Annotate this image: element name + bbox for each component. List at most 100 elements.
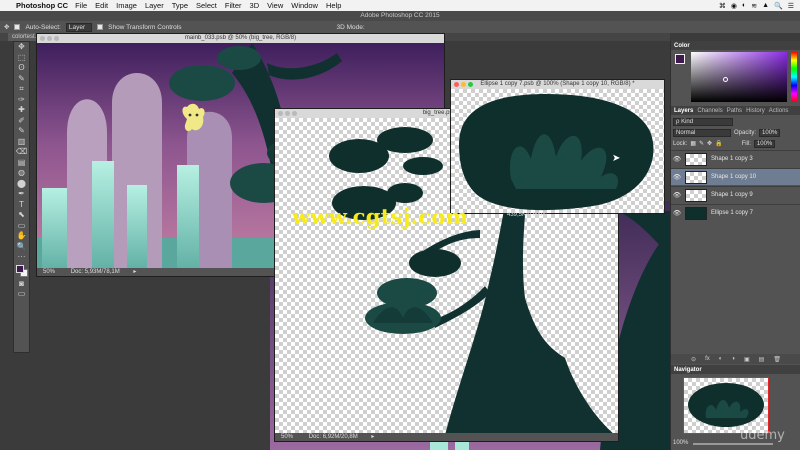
zoom-level[interactable]: 50%	[281, 434, 293, 440]
tab-channels[interactable]: Channels	[697, 108, 722, 114]
zoom-window-icon[interactable]	[292, 111, 297, 116]
more-tools-icon[interactable]: ···	[14, 252, 29, 263]
blur-tool-icon[interactable]: ◍	[14, 168, 29, 179]
color-picker-marker[interactable]	[723, 77, 728, 82]
layer-name[interactable]: Shape 1 copy 10	[711, 174, 756, 180]
tab-color[interactable]: Color	[674, 43, 690, 49]
document-title-bar[interactable]: mainb_033.psb @ 50% (big_tree, RGB/8)	[37, 34, 444, 43]
notification-center-icon[interactable]: ☰	[788, 2, 794, 10]
menu-3d[interactable]: 3D	[250, 1, 260, 10]
lasso-tool-icon[interactable]: ʘ	[14, 63, 29, 74]
visibility-eye-icon[interactable]: 👁	[671, 209, 683, 217]
zoom-level[interactable]: 50%	[43, 269, 55, 275]
add-mask-icon[interactable]: ◐	[719, 356, 723, 362]
menu-view[interactable]: View	[267, 1, 283, 10]
navigator-preview[interactable]	[683, 377, 769, 434]
layer-row[interactable]: 👁 Shape 1 copy 3	[671, 150, 800, 167]
layer-name[interactable]: Shape 1 copy 3	[711, 156, 753, 162]
panel-foreground-color[interactable]	[675, 54, 685, 64]
auto-select-checkbox[interactable]	[14, 24, 21, 30]
status-icon[interactable]: ◉	[731, 2, 737, 10]
zoom-window-icon[interactable]	[54, 36, 59, 41]
menu-file[interactable]: File	[75, 1, 87, 10]
layer-row[interactable]: 👁 Ellipse 1 copy 7	[671, 204, 800, 221]
show-transform-checkbox[interactable]	[97, 24, 104, 30]
menu-window[interactable]: Window	[291, 1, 318, 10]
menu-app-name[interactable]: Photoshop CC	[16, 1, 68, 10]
close-window-icon[interactable]	[278, 111, 283, 116]
new-layer-icon[interactable]: ▤	[759, 356, 765, 363]
menu-type[interactable]: Type	[172, 1, 188, 10]
menu-filter[interactable]: Filter	[225, 1, 242, 10]
tab-navigator[interactable]: Navigator	[674, 367, 702, 373]
menu-image[interactable]: Image	[116, 1, 137, 10]
menu-select[interactable]: Select	[196, 1, 217, 10]
blend-mode-dropdown[interactable]: Normal	[673, 129, 731, 137]
tab-actions[interactable]: Actions	[769, 108, 789, 114]
visibility-eye-icon[interactable]: 👁	[671, 155, 683, 163]
tab-layers[interactable]: Layers	[674, 108, 693, 114]
fill-input[interactable]: 100%	[753, 140, 776, 148]
shape-tool-icon[interactable]: ▭	[14, 221, 29, 232]
status-menu-arrow-icon[interactable]: ▸	[371, 434, 374, 440]
status-menu-arrow-icon[interactable]: ▸	[133, 269, 136, 275]
layer-name[interactable]: Shape 1 copy 9	[711, 192, 753, 198]
quick-mask-icon[interactable]: ◙	[14, 279, 29, 290]
menu-layer[interactable]: Layer	[145, 1, 164, 10]
zoom-tool-icon[interactable]: 🔍	[14, 242, 29, 253]
wifi-icon[interactable]: ≋	[751, 2, 757, 10]
lock-pixels-icon[interactable]: ▦	[690, 140, 696, 148]
path-selection-tool-icon[interactable]: ⬉	[14, 210, 29, 221]
add-layer-style-icon[interactable]: fx	[705, 356, 710, 362]
status-icon[interactable]: ▲	[762, 2, 769, 9]
status-icon[interactable]: ⌘	[719, 2, 726, 10]
navigator-zoom-slider[interactable]	[693, 443, 773, 445]
adjustment-layer-icon[interactable]: ◑	[731, 356, 735, 362]
minimize-window-icon[interactable]	[285, 111, 290, 116]
eraser-tool-icon[interactable]: ⌫	[14, 147, 29, 158]
document-size-info[interactable]: Doc: 5,93M/78,1M	[71, 269, 120, 275]
zoom-window-icon[interactable]	[468, 82, 473, 87]
move-tool-preset-icon[interactable]: ✥	[4, 23, 9, 31]
tab-history[interactable]: History	[746, 108, 765, 114]
minimize-window-icon[interactable]	[47, 36, 52, 41]
quick-select-tool-icon[interactable]: ✎	[14, 74, 29, 85]
layer-name[interactable]: Ellipse 1 copy 7	[711, 210, 753, 216]
healing-brush-tool-icon[interactable]: ✚	[14, 105, 29, 116]
document-size-info[interactable]: Doc: 6,92M/20,8M	[309, 434, 358, 440]
hand-tool-icon[interactable]: ✋	[14, 231, 29, 242]
brush-tool-icon[interactable]: ✐	[14, 116, 29, 127]
pen-tool-icon[interactable]: ✒	[14, 189, 29, 200]
lock-position-icon[interactable]: ✥	[707, 140, 712, 148]
marquee-tool-icon[interactable]: ⬚	[14, 53, 29, 64]
foreground-color-swatch[interactable]	[16, 264, 24, 273]
screen-mode-icon[interactable]: ▭	[14, 289, 29, 300]
layer-row[interactable]: 👁 Shape 1 copy 9	[671, 186, 800, 203]
menu-help[interactable]: Help	[326, 1, 341, 10]
color-swatches[interactable]	[14, 263, 29, 279]
lock-all-icon[interactable]: 🔒	[715, 140, 722, 148]
layer-filter-dropdown[interactable]: ρ Kind	[673, 118, 733, 126]
clone-stamp-tool-icon[interactable]: ✎	[14, 126, 29, 137]
delete-layer-icon[interactable]: 🗑	[773, 356, 781, 363]
document-canvas[interactable]	[451, 89, 664, 213]
crop-tool-icon[interactable]: ⌗	[14, 84, 29, 95]
eyedropper-tool-icon[interactable]: ✑	[14, 95, 29, 106]
lock-paint-icon[interactable]: ✎	[699, 140, 704, 148]
link-layers-icon[interactable]: ⊝	[691, 356, 696, 363]
layer-row-selected[interactable]: 👁 Shape 1 copy 10	[671, 168, 800, 185]
history-brush-tool-icon[interactable]: ▥	[14, 137, 29, 148]
minimize-window-icon[interactable]	[461, 82, 466, 87]
visibility-eye-icon[interactable]: 👁	[671, 173, 683, 181]
new-group-icon[interactable]: ▣	[744, 356, 750, 363]
opacity-input[interactable]: 100%	[759, 129, 781, 137]
document-title-bar[interactable]: Ellipse 1 copy 7.psb @ 100% (Shape 1 cop…	[451, 80, 664, 89]
auto-select-dropdown[interactable]: Layer	[65, 22, 93, 32]
status-icon[interactable]: ◐	[742, 2, 746, 9]
close-window-icon[interactable]	[40, 36, 45, 41]
menu-edit[interactable]: Edit	[95, 1, 108, 10]
close-window-icon[interactable]	[454, 82, 459, 87]
spotlight-search-icon[interactable]: 🔍	[774, 2, 783, 10]
color-picker-field[interactable]	[691, 52, 787, 102]
visibility-eye-icon[interactable]: 👁	[671, 191, 683, 199]
